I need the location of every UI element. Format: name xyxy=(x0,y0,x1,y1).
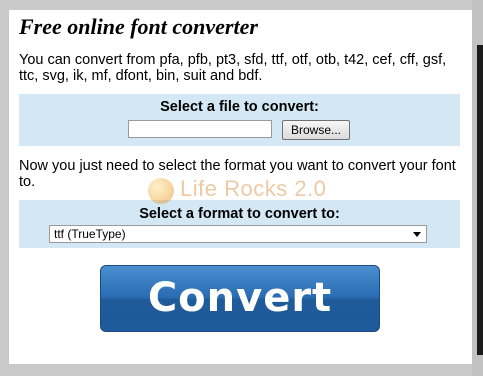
watermark-text: Life Rocks 2.0 xyxy=(180,176,327,201)
file-path-input[interactable] xyxy=(128,120,272,138)
file-section: Select a file to convert: Browse... xyxy=(19,94,460,146)
side-bar xyxy=(477,45,483,355)
convert-button[interactable]: Convert xyxy=(100,265,380,332)
browse-button[interactable]: Browse... xyxy=(282,120,350,140)
format-section: Select a format to convert to: ttf (True… xyxy=(19,200,460,248)
format-section-heading: Select a format to convert to: xyxy=(139,206,340,222)
format-select[interactable]: ttf (TrueType) xyxy=(49,225,427,243)
intro-text: You can convert from pfa, pfb, pt3, sfd,… xyxy=(19,52,447,84)
page-title: Free online font converter xyxy=(19,14,258,39)
chevron-down-icon xyxy=(413,232,421,237)
watermark-logo: Life Rocks 2.0 xyxy=(148,176,368,206)
format-selected-value: ttf (TrueType) xyxy=(54,227,126,241)
globe-icon xyxy=(148,178,174,204)
file-section-heading: Select a file to convert: xyxy=(160,99,319,115)
